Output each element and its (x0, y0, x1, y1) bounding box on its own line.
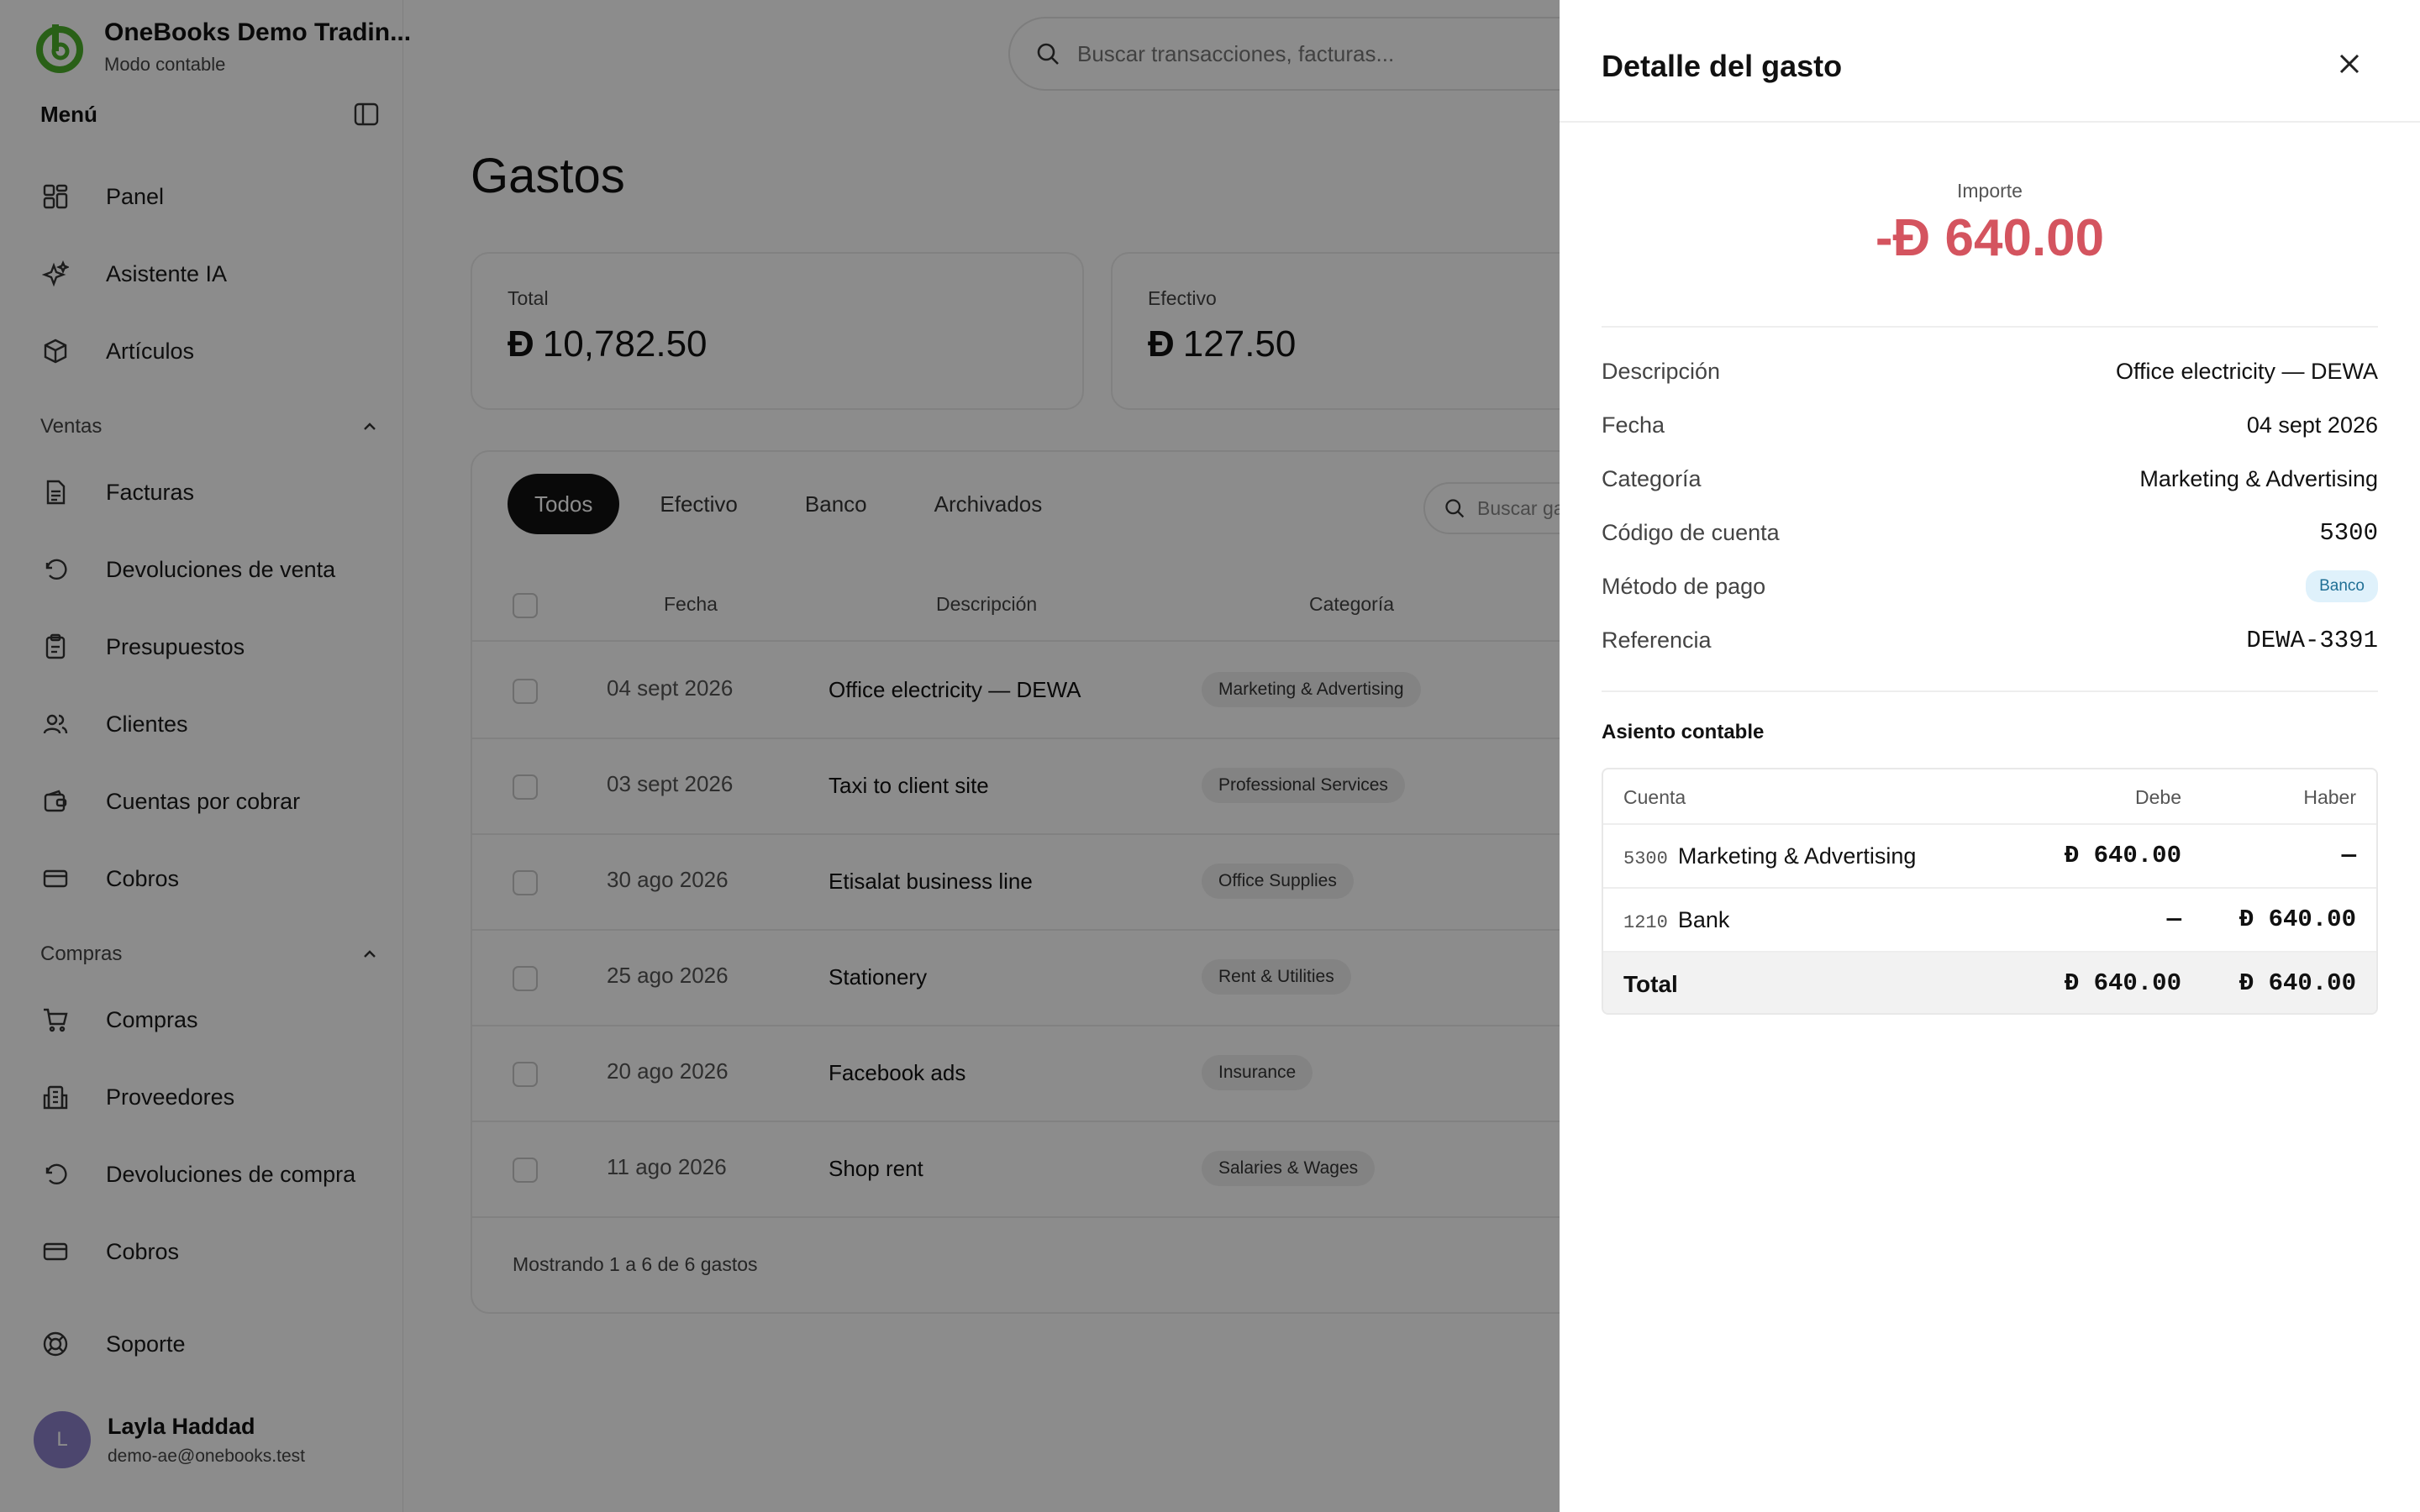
divider (1602, 326, 2378, 328)
detail-row-payment-method: Método de pago Banco (1602, 568, 2378, 605)
account-code: 1210 (1623, 912, 1668, 933)
account-code: 5300 (1623, 848, 1668, 869)
detail-key: Categoría (1602, 465, 1702, 491)
detail-value: Marketing & Advertising (2139, 465, 2378, 491)
detail-value: DEWA-3391 (2246, 626, 2378, 654)
total-credit: Đ 640.00 (2238, 969, 2356, 997)
account-name: Bank (1677, 907, 1730, 932)
expense-detail-drawer: Detalle del gasto Importe -Đ 640.00 Desc… (1560, 0, 2420, 1512)
journal-entry-table: Cuenta Debe Haber 5300 Marketing & Advert… (1602, 768, 2378, 1015)
journal-entry-title: Asiento contable (1602, 721, 1765, 743)
journal-header-account: Cuenta (1623, 786, 1686, 808)
detail-key: Descripción (1602, 358, 1721, 384)
modal-backdrop[interactable] (0, 0, 1560, 1512)
detail-value: 5300 (2319, 518, 2378, 547)
payment-method-badge: Banco (2306, 570, 2378, 602)
credit-amount: — (2341, 842, 2356, 869)
detail-key: Referencia (1602, 627, 1712, 653)
journal-total-row: Total Đ 640.00 Đ 640.00 (1603, 953, 2376, 1013)
total-label: Total (1623, 971, 1678, 997)
detail-row-category: Categoría Marketing & Advertising (1602, 460, 2378, 497)
divider (1602, 690, 2378, 692)
detail-value: Office electricity — DEWA (2115, 358, 2378, 384)
journal-row: 1210 Bank — Đ 640.00 (1603, 889, 2376, 953)
amount-value: -Đ 640.00 (1875, 209, 2105, 267)
journal-row: 5300 Marketing & Advertising Đ 640.00 — (1603, 825, 2376, 889)
debit-amount: — (2166, 906, 2181, 933)
credit-amount: Đ 640.00 (2238, 906, 2356, 933)
detail-row-description: Descripción Office electricity — DEWA (1602, 353, 2378, 390)
detail-key: Código de cuenta (1602, 519, 1780, 545)
journal-header-credit: Haber (2303, 786, 2356, 808)
detail-row-date: Fecha 04 sept 2026 (1602, 407, 2378, 444)
total-debit: Đ 640.00 (2064, 969, 2181, 997)
debit-amount: Đ 640.00 (2064, 842, 2181, 869)
detail-key: Método de pago (1602, 573, 1766, 599)
account-name: Marketing & Advertising (1677, 843, 1917, 869)
detail-row-reference: Referencia DEWA-3391 (1602, 622, 2378, 659)
journal-header-debit: Debe (2135, 786, 2181, 808)
detail-row-account-code: Código de cuenta 5300 (1602, 514, 2378, 551)
amount-label: Importe (1957, 180, 2023, 202)
detail-key: Fecha (1602, 412, 1665, 438)
detail-value: 04 sept 2026 (2246, 412, 2378, 438)
close-icon (2339, 54, 2360, 74)
close-button[interactable] (2333, 47, 2366, 81)
drawer-title: Detalle del gasto (1602, 49, 1843, 83)
journal-header-row: Cuenta Debe Haber (1603, 769, 2376, 825)
